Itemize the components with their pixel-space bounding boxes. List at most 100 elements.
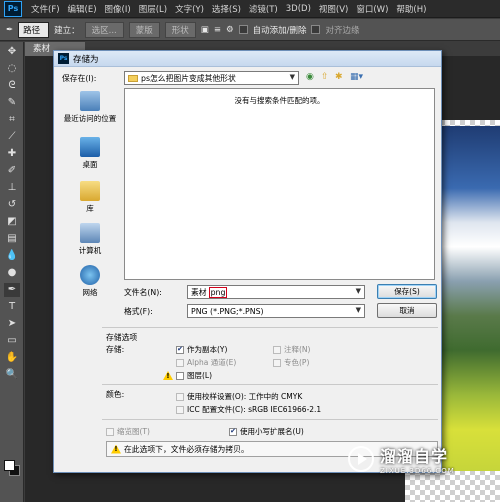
new-folder-icon[interactable]: ✱: [335, 73, 343, 82]
place-recent[interactable]: 最近访问的位置: [60, 91, 120, 124]
places-bar: 最近访问的位置 桌面 库 计算机 网络: [60, 91, 120, 331]
menu-filter[interactable]: 滤镜(T): [245, 3, 282, 15]
icc-profile-checkbox[interactable]: [176, 405, 184, 414]
place-desktop[interactable]: 桌面: [60, 137, 120, 170]
menu-image[interactable]: 图像(I): [101, 3, 135, 15]
stamp-tool-icon[interactable]: ⊥: [4, 181, 20, 195]
desktop-icon: [80, 137, 100, 157]
path-mode-select[interactable]: 路径: [18, 21, 50, 38]
photoshop-logo-icon: Ps: [4, 0, 22, 17]
menu-window[interactable]: 窗口(W): [352, 3, 392, 15]
network-globe-icon: [80, 265, 100, 285]
menu-select[interactable]: 选择(S): [208, 3, 245, 15]
type-tool-icon[interactable]: T: [4, 300, 20, 314]
divider: [102, 384, 438, 385]
selection-button[interactable]: 选区...: [84, 21, 124, 38]
menu-help[interactable]: 帮助(H): [392, 3, 430, 15]
shape-button[interactable]: 形状: [164, 21, 196, 38]
layers-checkbox[interactable]: [176, 371, 184, 380]
place-computer[interactable]: 计算机: [60, 223, 120, 256]
auto-add-delete-checkbox[interactable]: [238, 25, 248, 34]
blur-tool-icon[interactable]: 💧: [4, 249, 20, 263]
filename-input[interactable]: 素材 png ▼: [187, 285, 365, 299]
save-in-dropdown[interactable]: ps怎么把图片变成其他形状 ▼: [124, 71, 299, 85]
create-label: 建立：: [54, 25, 80, 36]
shape-tool-icon[interactable]: ▭: [4, 334, 20, 348]
computer-icon: [80, 223, 100, 243]
icc-profile-label: ICC 配置文件(C): sRGB IEC61966-2.1: [187, 405, 322, 414]
foreground-color-swatch[interactable]: [4, 460, 15, 471]
pen-tool-icon[interactable]: ✒: [4, 283, 20, 297]
path-ops-icon[interactable]: ▣: [201, 25, 209, 35]
eyedropper-tool-icon[interactable]: ⟋: [4, 130, 20, 144]
photoshop-app-icon: Ps: [58, 53, 69, 64]
hand-tool-icon[interactable]: ✋: [4, 351, 20, 365]
file-list[interactable]: 没有与搜索条件匹配的项。: [124, 88, 435, 280]
mask-button[interactable]: 蒙版: [128, 21, 160, 38]
place-network[interactable]: 网络: [60, 265, 120, 298]
icc-profile-option[interactable]: ICC 配置文件(C): sRGB IEC61966-2.1: [176, 404, 321, 415]
chevron-down-icon: ▼: [355, 287, 361, 295]
play-logo-icon: [348, 446, 374, 472]
lowercase-ext-option[interactable]: ✔ 使用小写扩展名(U): [229, 426, 304, 437]
quick-select-tool-icon[interactable]: ✎: [4, 96, 20, 110]
options-bar: ✒ 路径 建立： 选区... 蒙版 形状 ▣ ≡ ⚙ 自动添加/删除 对齐边缘: [0, 19, 500, 41]
landscape-image: [440, 126, 500, 471]
cancel-button[interactable]: 取消: [377, 303, 437, 318]
brush-tool-icon[interactable]: ✐: [4, 164, 20, 178]
as-copy-checkbox[interactable]: ✔: [176, 345, 184, 354]
color-label: 颜色:: [106, 390, 125, 399]
menu-3d[interactable]: 3D(D): [282, 4, 315, 14]
marquee-tool-icon[interactable]: ◌: [4, 62, 20, 76]
history-brush-tool-icon[interactable]: ↺: [4, 198, 20, 212]
menu-bar: Ps 文件(F) 编辑(E) 图像(I) 图层(L) 文字(Y) 选择(S) 滤…: [0, 0, 500, 18]
thumbnail-checkbox[interactable]: [106, 427, 114, 436]
spot-colors-checkbox[interactable]: [273, 358, 281, 367]
align-edges-checkbox[interactable]: [311, 25, 321, 34]
path-select-tool-icon[interactable]: ➤: [4, 317, 20, 331]
notes-option[interactable]: 注释(N): [273, 344, 310, 355]
eraser-tool-icon[interactable]: ◩: [4, 215, 20, 229]
save-button[interactable]: 保存(S): [377, 284, 437, 299]
zoom-tool-icon[interactable]: 🔍: [4, 368, 20, 382]
menu-layer[interactable]: 图层(L): [135, 3, 171, 15]
alpha-channels-label: Alpha 通道(E): [187, 358, 237, 367]
dialog-titlebar[interactable]: Ps 存储为: [54, 51, 441, 67]
menu-view[interactable]: 视图(V): [315, 3, 352, 15]
lowercase-ext-checkbox[interactable]: ✔: [229, 427, 237, 436]
gradient-tool-icon[interactable]: ▤: [4, 232, 20, 246]
pen-tool-icon[interactable]: ✒: [6, 25, 13, 35]
menu-file[interactable]: 文件(F): [27, 3, 64, 15]
layers-option[interactable]: ! 图层(L): [163, 370, 212, 381]
dialog-title: 存储为: [73, 54, 99, 65]
menu-type[interactable]: 文字(Y): [171, 3, 208, 15]
up-folder-icon[interactable]: ⇧: [321, 73, 329, 82]
alpha-channels-option[interactable]: Alpha 通道(E): [176, 357, 236, 368]
proof-setup-checkbox[interactable]: [176, 392, 184, 401]
save-options-title: 存储选项: [106, 333, 138, 342]
align-edges-label: 对齐边缘: [325, 25, 360, 36]
divider: [102, 327, 438, 328]
back-arrow-icon[interactable]: ◉: [306, 73, 314, 82]
as-copy-option[interactable]: ✔ 作为副本(Y): [176, 344, 227, 355]
lasso-tool-icon[interactable]: ᘓ: [4, 79, 20, 93]
move-tool-icon[interactable]: ✥: [4, 45, 20, 59]
thumbnail-option[interactable]: 缩览图(T): [106, 426, 150, 437]
save-in-value: ps怎么把图片变成其他形状: [141, 73, 236, 83]
gear-icon[interactable]: ⚙: [226, 25, 234, 35]
as-copy-label: 作为副本(Y): [187, 345, 228, 354]
view-menu-icon[interactable]: ▦▾: [350, 73, 363, 82]
spot-colors-option[interactable]: 专色(P): [273, 357, 309, 368]
crop-tool-icon[interactable]: ⌗: [4, 113, 20, 127]
healing-tool-icon[interactable]: ✚: [4, 147, 20, 161]
proof-setup-option[interactable]: 使用校样设置(O): 工作中的 CMYK: [176, 391, 302, 402]
alpha-channels-checkbox[interactable]: [176, 358, 184, 367]
path-align-icon[interactable]: ≡: [214, 25, 221, 35]
menu-edit[interactable]: 编辑(E): [64, 3, 101, 15]
dodge-tool-icon[interactable]: ●: [4, 266, 20, 280]
place-libraries[interactable]: 库: [60, 181, 120, 214]
format-dropdown[interactable]: PNG (*.PNG;*.PNS) ▼: [187, 304, 365, 318]
notes-checkbox[interactable]: [273, 345, 281, 354]
info-message: 在此选项下，文件必须存储为拷贝。: [124, 444, 249, 454]
thumbnail-label: 缩览图(T): [117, 427, 150, 436]
